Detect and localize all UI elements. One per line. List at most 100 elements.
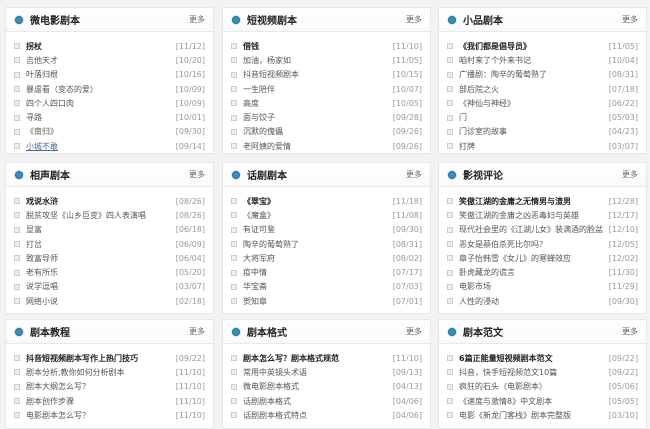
- article-link[interactable]: 常用中英镜头术语: [243, 367, 393, 378]
- article-link[interactable]: 电影市场: [459, 281, 609, 292]
- article-date: [09/26]: [392, 141, 422, 151]
- article-link[interactable]: 剧本怎么写？剧本格式规范: [243, 353, 393, 364]
- article-link[interactable]: 网络小说: [26, 296, 176, 307]
- article-date: [06/09]: [175, 239, 205, 249]
- article-link[interactable]: 《速度与激情8》中文剧本: [459, 396, 609, 407]
- article-link[interactable]: 话剧剧本格式特点: [243, 410, 393, 421]
- list-item: 叶落归根 [10/16]: [14, 68, 205, 82]
- article-link[interactable]: 疯狂的石头（电影剧本）: [459, 381, 609, 392]
- article-link[interactable]: 现代社会里的《江湖儿女》装满酒的脸盆: [459, 224, 609, 235]
- more-link[interactable]: 更多: [189, 326, 205, 337]
- more-link[interactable]: 更多: [622, 14, 638, 25]
- article-link[interactable]: 有证可鉴: [243, 224, 393, 235]
- article-date: [08/02]: [392, 253, 422, 263]
- list-item: 剧本创作步骤 [11/10]: [14, 394, 205, 408]
- article-link[interactable]: 拐杖: [26, 41, 176, 52]
- article-link[interactable]: 抖音短视频剧本: [243, 69, 393, 80]
- list-item: 抖音短视频剧本 [10/15]: [231, 68, 422, 82]
- more-link[interactable]: 更多: [622, 326, 638, 337]
- list-item: 剧本大纲怎么写？ [11/10]: [14, 380, 205, 394]
- more-link[interactable]: 更多: [189, 169, 205, 180]
- more-link[interactable]: 更多: [406, 326, 422, 337]
- article-date: [05/03]: [608, 113, 638, 123]
- article-link[interactable]: 电影《新龙门客栈》剧本完整版: [459, 410, 609, 421]
- document-icon: [14, 57, 20, 64]
- article-link[interactable]: 《翠宝》: [243, 196, 393, 207]
- list-item: 《神仙与神经》 [06/22]: [447, 96, 638, 110]
- article-link[interactable]: 话剧剧本格式: [243, 396, 393, 407]
- article-link[interactable]: 《神仙与神经》: [459, 98, 609, 109]
- article-link[interactable]: 微电影剧本格式: [243, 381, 393, 392]
- document-icon: [231, 298, 237, 305]
- document-icon: [447, 143, 453, 150]
- document-icon: [447, 283, 453, 290]
- article-link[interactable]: 面与饺子: [243, 112, 393, 123]
- article-link[interactable]: 门: [459, 112, 609, 123]
- article-link[interactable]: 6篇正能量短视频剧本范文: [459, 353, 609, 364]
- list-item: 说学逗唱 [03/07]: [14, 280, 205, 294]
- more-link[interactable]: 更多: [622, 169, 638, 180]
- article-date: [06/22]: [608, 98, 638, 108]
- article-link[interactable]: 致富导师: [26, 253, 176, 264]
- article-link[interactable]: 部后院之火: [459, 84, 609, 95]
- article-link[interactable]: 沉默的傀儡: [243, 126, 393, 137]
- article-link[interactable]: 《魔盒》: [243, 210, 393, 221]
- article-link[interactable]: 寻路: [26, 112, 176, 123]
- list-item: 电影市场 [11/29]: [447, 280, 638, 294]
- article-link[interactable]: 疫中情: [243, 267, 393, 278]
- article-link[interactable]: 说学逗唱: [26, 281, 176, 292]
- article-link[interactable]: 借钱: [243, 41, 393, 52]
- article-link[interactable]: 暴虐看（变态的爱）: [26, 84, 176, 95]
- article-date: [05/06]: [608, 382, 638, 392]
- article-link[interactable]: 剧本分析,教你如何分析剧本: [26, 367, 176, 378]
- article-link[interactable]: 《南归》: [26, 126, 176, 137]
- document-icon: [231, 71, 237, 78]
- article-date: [10/05]: [392, 98, 422, 108]
- article-link[interactable]: 笑傲江湖的金庸之凶恶毒妇与英雄: [459, 210, 609, 221]
- article-date: [09/13]: [392, 367, 422, 377]
- article-link[interactable]: 抖音短视频剧本写作上热门技巧: [26, 353, 176, 364]
- more-link[interactable]: 更多: [189, 14, 205, 25]
- article-link[interactable]: 恶女是蔡伯杀死比尔吗？: [459, 239, 609, 250]
- article-link[interactable]: 显富: [26, 224, 176, 235]
- article-link[interactable]: 人性的浸动: [459, 296, 609, 307]
- document-icon: [231, 383, 237, 390]
- more-link[interactable]: 更多: [406, 14, 422, 25]
- article-link[interactable]: 加油，杨家如: [243, 55, 393, 66]
- article-link[interactable]: 华宝斋: [243, 281, 393, 292]
- article-link[interactable]: 电影剧本怎么写？: [26, 410, 176, 421]
- article-link[interactable]: 大将军府: [243, 253, 393, 264]
- article-link[interactable]: 笑傲江湖的金庸之无情男与渣男: [459, 196, 609, 207]
- article-link[interactable]: 卧虎藏龙的谎言: [459, 267, 609, 278]
- document-icon: [447, 128, 453, 135]
- article-link[interactable]: 戏说水浒: [26, 196, 176, 207]
- bullet-icon: [448, 170, 456, 179]
- list-item: 加油，杨家如 [11/05]: [231, 53, 422, 67]
- article-date: [08/26]: [175, 196, 205, 206]
- article-link[interactable]: 剧本大纲怎么写？: [26, 381, 176, 392]
- article-link[interactable]: 打牌: [459, 141, 609, 152]
- article-link[interactable]: 陶辛的葡萄熟了: [243, 239, 393, 250]
- article-link[interactable]: 章子怡韩雪《女儿》的寒蝉效应: [459, 253, 609, 264]
- article-link[interactable]: 脱贫攻坚《山乡巨变》四人表演唱: [26, 210, 176, 221]
- document-icon: [14, 100, 20, 107]
- article-link[interactable]: 剧本创作步骤: [26, 396, 176, 407]
- article-link[interactable]: 叶落归根: [26, 69, 176, 80]
- article-link[interactable]: 打岔: [26, 239, 176, 250]
- article-link[interactable]: 一生陪伴: [243, 84, 393, 95]
- article-link[interactable]: 广播剧：陶辛的葡萄熟了: [459, 69, 609, 80]
- article-link[interactable]: 吉他天才: [26, 55, 176, 66]
- article-link[interactable]: 四个人四口肉: [26, 98, 176, 109]
- article-link[interactable]: 小城不敢: [26, 141, 176, 152]
- article-link[interactable]: 抖音，快手短视频范文10篇: [459, 367, 609, 378]
- article-link[interactable]: 老有所乐: [26, 267, 176, 278]
- article-link[interactable]: 咱村来了个外来书记: [459, 55, 609, 66]
- more-link[interactable]: 更多: [406, 169, 422, 180]
- article-link[interactable]: 《我们都是倡导员》: [459, 41, 609, 52]
- article-link[interactable]: 贺知章: [243, 296, 393, 307]
- article-date: [10/09]: [175, 84, 205, 94]
- panel-6: 影视评论 更多 笑傲江湖的金庸之无情男与渣男 [12/28] 笑傲江湖的金庸之凶…: [438, 162, 647, 314]
- article-link[interactable]: 老阿姨的爱情: [243, 141, 393, 152]
- article-link[interactable]: 高度: [243, 98, 393, 109]
- article-link[interactable]: 门诊室的故事: [459, 126, 609, 137]
